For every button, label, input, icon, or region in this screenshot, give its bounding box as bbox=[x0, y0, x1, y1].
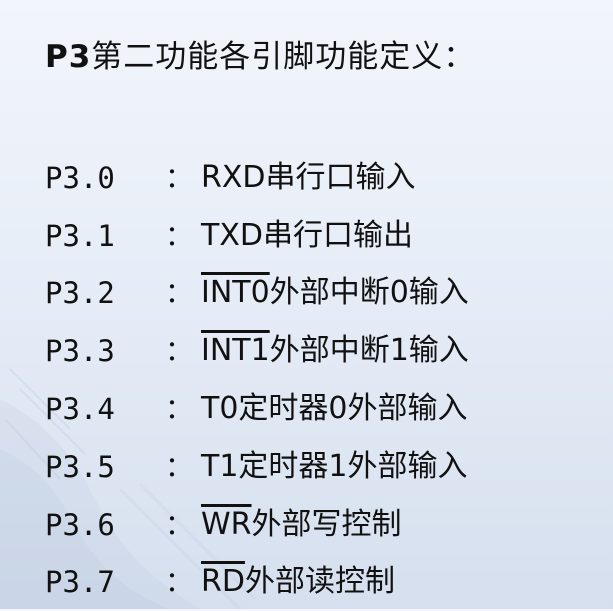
pin-id: P3.3 bbox=[45, 334, 115, 369]
pin-id: P3.5 bbox=[45, 449, 115, 484]
pin-separator: ： bbox=[165, 218, 194, 252]
pin-row: P3.5 ： T1 定时器1外部输入 bbox=[45, 438, 469, 496]
pin-id: P3.0 bbox=[45, 160, 115, 195]
pin-row: P3.1 ： TXD 串行口输出 bbox=[45, 207, 469, 265]
pin-separator: ： bbox=[165, 160, 194, 194]
pin-separator: ： bbox=[165, 507, 194, 541]
title-prefix: P3 bbox=[45, 39, 92, 75]
slide: P3第二功能各引脚功能定义： P3.0 ： RXD 串行口输入 P3.1 ： T… bbox=[0, 0, 613, 609]
pin-separator: ： bbox=[165, 392, 194, 426]
pin-separator: ： bbox=[165, 565, 194, 599]
pin-row: P3.7 ： RD 外部读控制 bbox=[45, 554, 469, 611]
pin-separator: ： bbox=[165, 334, 194, 368]
pin-separator: ： bbox=[165, 449, 194, 483]
pin-separator: ： bbox=[165, 276, 194, 310]
pin-signal: RXD bbox=[201, 159, 266, 195]
pin-definition-list: P3.0 ： RXD 串行口输入 P3.1 ： TXD 串行口输出 P3.2 ：… bbox=[45, 149, 469, 611]
pin-description: 定时器1外部输入 bbox=[238, 448, 468, 484]
pin-signal: TXD bbox=[201, 217, 263, 253]
pin-id: P3.4 bbox=[45, 392, 115, 427]
pin-id: P3.2 bbox=[45, 276, 115, 311]
pin-row: P3.6 ： WR 外部写控制 bbox=[45, 496, 469, 554]
title-text: 第二功能各引脚功能定义： bbox=[91, 39, 476, 75]
pin-signal: T0 bbox=[201, 391, 239, 427]
pin-row: P3.4 ： T0 定时器0外部输入 bbox=[45, 380, 469, 438]
pin-signal-active-low: INT1 bbox=[201, 333, 270, 369]
pin-row: P3.3 ： INT1 外部中断1输入 bbox=[45, 322, 469, 380]
pin-signal-active-low: RD bbox=[201, 564, 245, 600]
pin-signal-active-low: WR bbox=[201, 506, 252, 542]
pin-row: P3.0 ： RXD 串行口输入 bbox=[45, 149, 469, 207]
pin-description: 外部中断0输入 bbox=[269, 275, 469, 311]
pin-id: P3.6 bbox=[45, 507, 115, 542]
pin-description: 外部读控制 bbox=[244, 564, 395, 600]
pin-description: 外部写控制 bbox=[251, 506, 402, 542]
pin-signal: T1 bbox=[201, 448, 239, 484]
pin-signal-active-low: INT0 bbox=[201, 275, 270, 311]
pin-description: 定时器0外部输入 bbox=[238, 391, 468, 427]
pin-id: P3.1 bbox=[45, 218, 115, 253]
pin-description: 串行口输出 bbox=[262, 217, 413, 253]
pin-description: 外部中断1输入 bbox=[269, 333, 469, 369]
pin-description: 串行口输入 bbox=[265, 159, 416, 195]
pin-row: P3.2 ： INT0 外部中断0输入 bbox=[45, 265, 469, 323]
slide-title: P3第二功能各引脚功能定义： bbox=[45, 37, 475, 77]
pin-id: P3.7 bbox=[45, 565, 115, 600]
